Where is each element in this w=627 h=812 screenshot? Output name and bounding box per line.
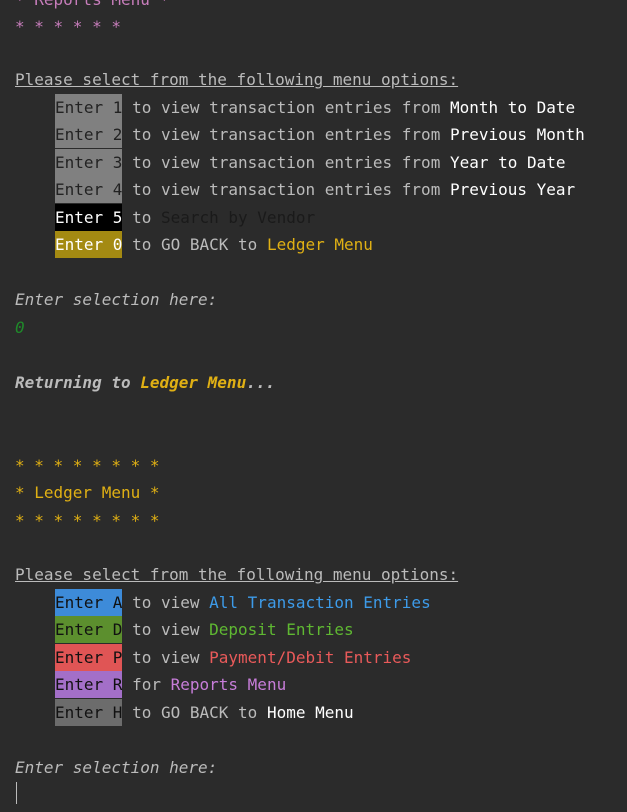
option-key-badge: Enter 0 <box>55 231 123 258</box>
option-text: to view transaction entries from <box>122 153 450 172</box>
reports-prompt: Please select from the following menu op… <box>15 70 459 89</box>
option-key-badge: Enter R <box>55 671 123 698</box>
reports-option-0: Enter 0 to GO BACK to Ledger Menu <box>55 231 373 258</box>
option-text: to view <box>122 648 210 667</box>
option-key-badge: Enter 5 <box>55 204 123 231</box>
option-text: to view transaction entries from <box>122 180 450 199</box>
ledger-menu-stars-bottom: * * * * * * * * <box>15 511 160 530</box>
user-input-echo: 0 <box>15 318 25 337</box>
selection-prompt: Enter selection here: <box>15 758 218 777</box>
ledger-option-p: Enter P to view Payment/Debit Entries <box>55 644 411 671</box>
option-text: to view transaction entries from <box>122 98 450 117</box>
option-target: Reports Menu <box>170 675 287 694</box>
option-text: to GO BACK to <box>122 703 267 722</box>
option-key-badge: Enter P <box>55 644 123 671</box>
option-key-badge: Enter H <box>55 699 123 726</box>
option-target: All Transaction Entries <box>209 593 431 612</box>
option-text: to view <box>122 620 210 639</box>
ledger-option-r: Enter R for Reports Menu <box>55 671 286 698</box>
reports-option-3: Enter 3 to view transaction entries from… <box>55 149 566 176</box>
option-target: Deposit Entries <box>209 620 354 639</box>
option-key-badge: Enter D <box>55 616 123 643</box>
option-text: to view <box>122 593 210 612</box>
option-target: Year to Date <box>449 153 566 172</box>
option-text: to GO BACK to <box>122 235 267 254</box>
reports-option-1: Enter 1 to view transaction entries from… <box>55 94 575 121</box>
option-text: for <box>122 675 171 694</box>
option-target: Ledger Menu <box>266 235 373 254</box>
option-text: to <box>122 208 161 227</box>
option-target: Home Menu <box>266 703 354 722</box>
option-key-badge: Enter 2 <box>55 121 123 148</box>
reports-option-2: Enter 2 to view transaction entries from… <box>55 121 585 148</box>
option-target: Previous Month <box>449 125 585 144</box>
reports-menu-stars: * * * * * * <box>15 17 121 36</box>
option-text: to view transaction entries from <box>122 125 450 144</box>
returning-message: Returning to Ledger Menu... <box>15 369 275 396</box>
reports-option-4: Enter 4 to view transaction entries from… <box>55 176 575 203</box>
ledger-prompt: Please select from the following menu op… <box>15 565 459 584</box>
option-key-badge: Enter A <box>55 589 123 616</box>
ledger-option-a: Enter A to view All Transaction Entries <box>55 589 431 616</box>
option-key-badge: Enter 1 <box>55 94 123 121</box>
ledger-menu-title: * Ledger Menu * <box>15 483 160 502</box>
option-target: Search by Vendor <box>160 208 316 227</box>
ledger-menu-stars-top: * * * * * * * * <box>15 456 160 475</box>
option-key-badge: Enter 4 <box>55 176 123 203</box>
option-target: Month to Date <box>449 98 576 117</box>
option-target: Payment/Debit Entries <box>209 648 412 667</box>
reports-option-5: Enter 5 to Search by Vendor <box>55 204 315 231</box>
ledger-option-d: Enter D to view Deposit Entries <box>55 616 354 643</box>
reports-menu-title: * Reports Menu * <box>15 0 169 13</box>
returning-prefix: Returning to <box>15 373 141 392</box>
option-target: Previous Year <box>449 180 576 199</box>
returning-target: Ledger Menu <box>140 373 247 392</box>
selection-prompt: Enter selection here: <box>15 290 218 309</box>
text-cursor[interactable] <box>16 782 17 804</box>
ledger-option-h: Enter H to GO BACK to Home Menu <box>55 699 354 726</box>
returning-suffix: ... <box>246 373 276 392</box>
option-key-badge: Enter 3 <box>55 149 123 176</box>
